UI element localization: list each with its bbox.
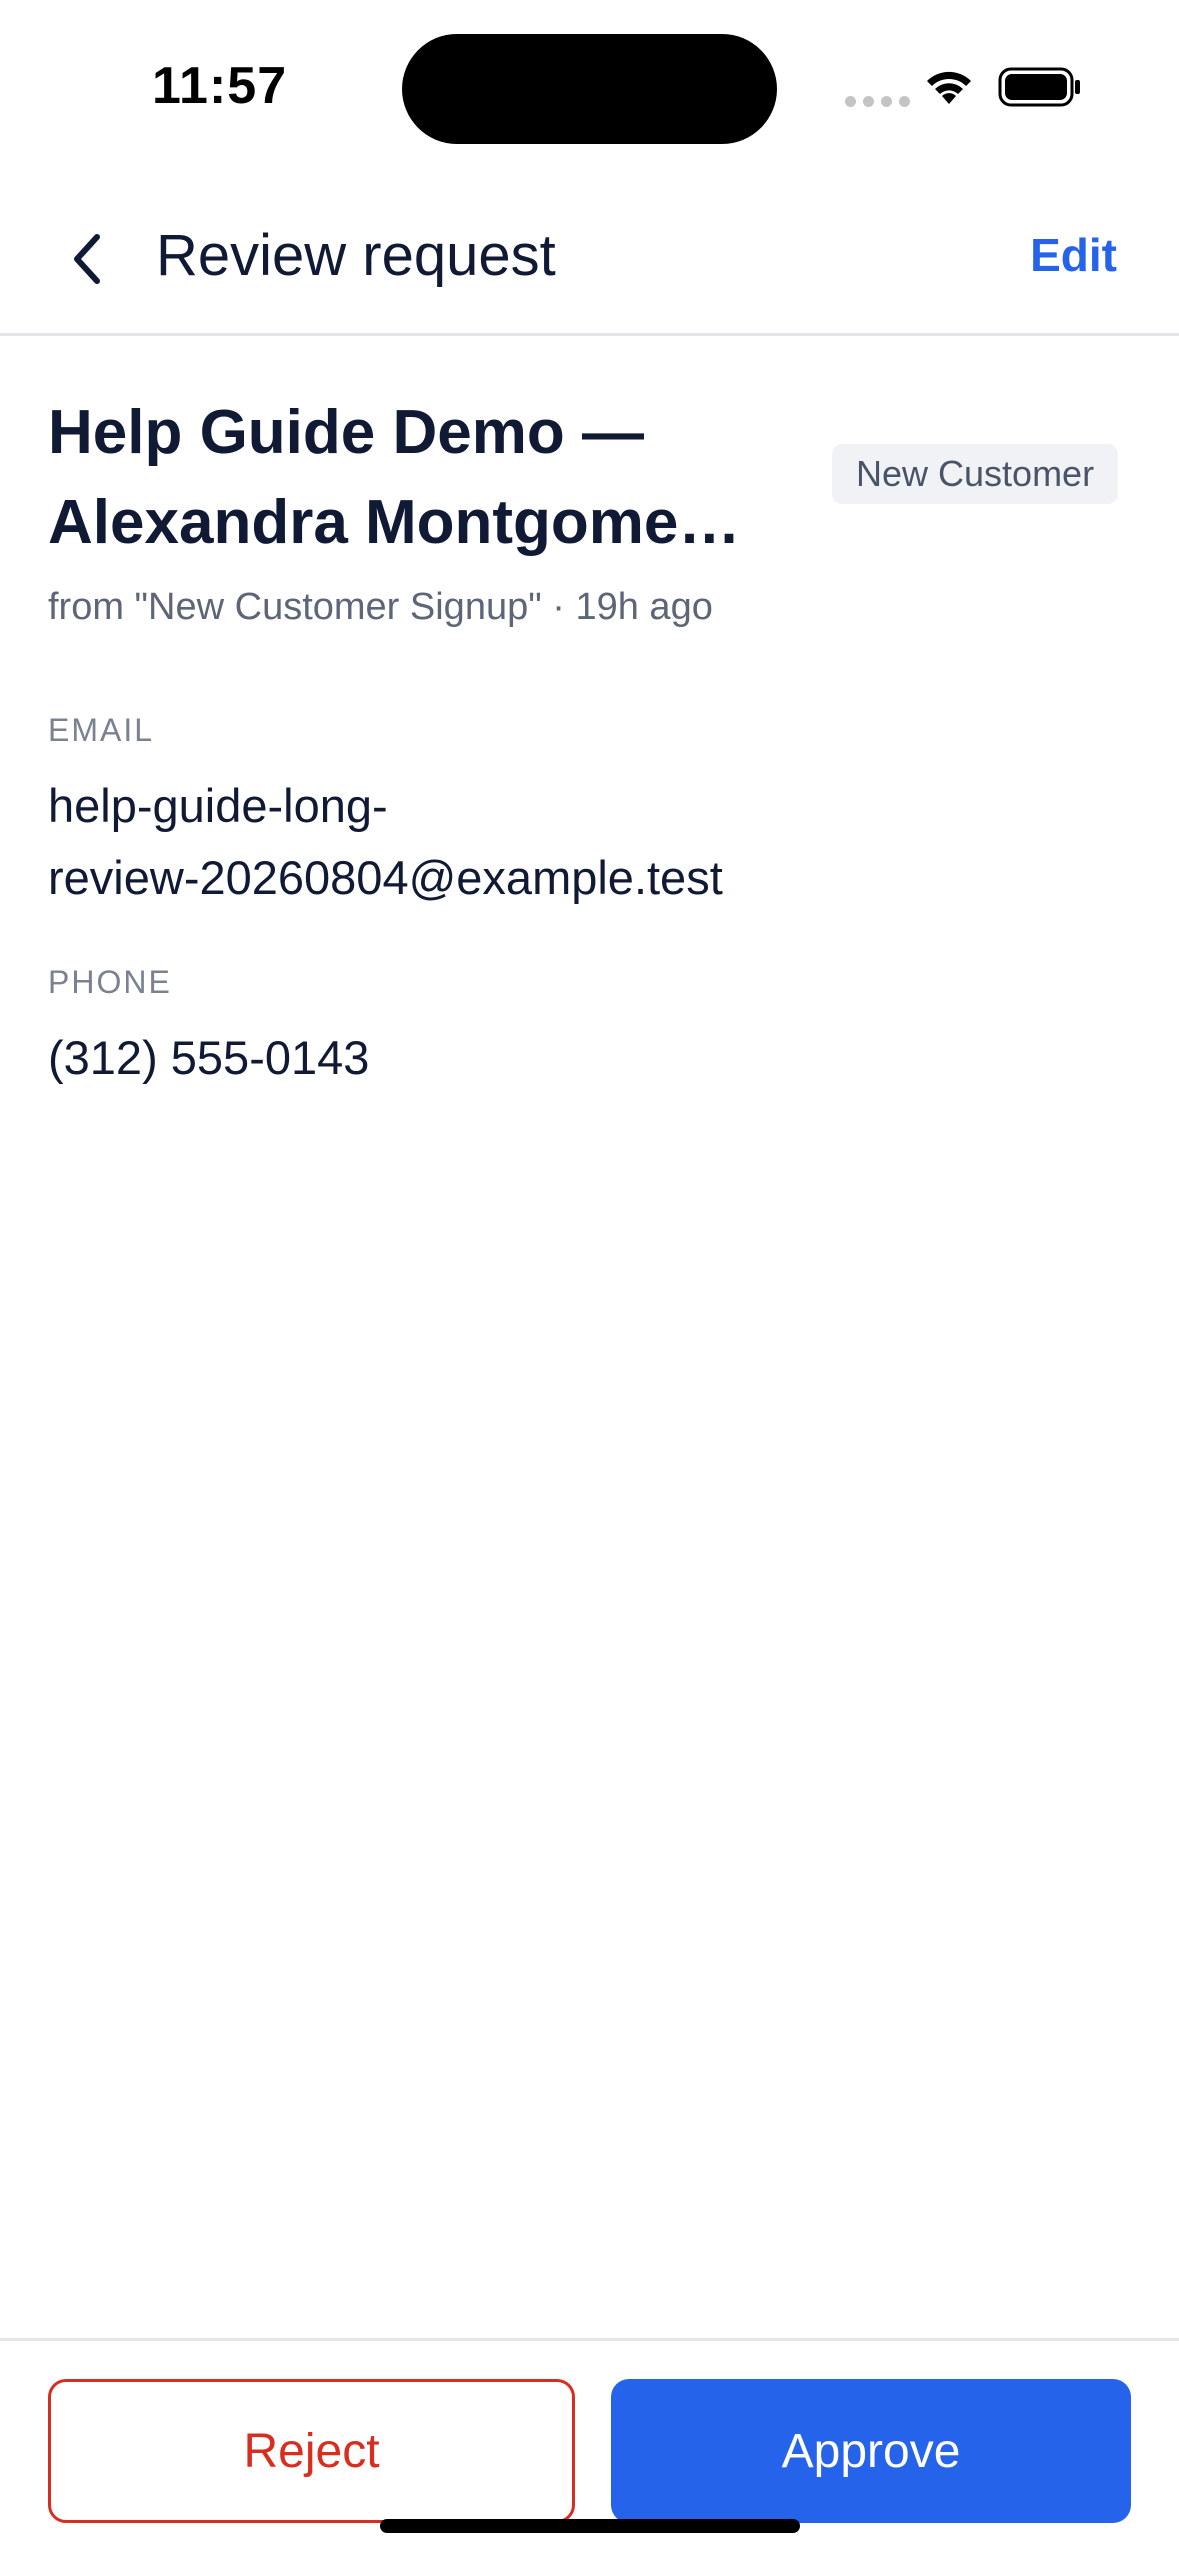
reject-button[interactable]: Reject bbox=[48, 2379, 575, 2523]
email-value-line: review-20260804@example.test bbox=[48, 851, 723, 904]
request-title: Help Guide Demo — Alexandra Montgome… bbox=[48, 388, 808, 568]
approve-button[interactable]: Approve bbox=[611, 2379, 1131, 2523]
dynamic-island bbox=[402, 34, 777, 144]
screen: 11:57 Review request Edit Help Guide Dem… bbox=[0, 0, 1179, 2556]
status-bar: 11:57 bbox=[0, 0, 1179, 180]
battery-icon bbox=[998, 67, 1080, 107]
email-label: EMAIL bbox=[48, 712, 155, 748]
email-value: help-guide-long- review-20260804@example… bbox=[48, 770, 1128, 914]
request-title-line: Alexandra Montgome… bbox=[48, 488, 741, 557]
request-title-line: Help Guide Demo — bbox=[48, 398, 644, 467]
request-meta: from "New Customer Signup" · 19h ago bbox=[48, 586, 713, 628]
wifi-icon bbox=[927, 71, 971, 104]
phone-value: (312) 555-0143 bbox=[48, 1031, 370, 1084]
phone-label: PHONE bbox=[48, 964, 172, 1000]
home-indicator bbox=[380, 2519, 800, 2533]
cellular-signal-icon bbox=[845, 96, 910, 107]
edit-button[interactable]: Edit bbox=[1030, 228, 1117, 282]
customer-tag-badge: New Customer bbox=[832, 444, 1119, 504]
chevron-left-icon bbox=[74, 234, 100, 284]
back-button[interactable] bbox=[52, 224, 122, 294]
page-title: Review request bbox=[156, 223, 556, 288]
navigation-bar: Review request Edit bbox=[0, 180, 1179, 336]
email-value-line: help-guide-long- bbox=[48, 779, 388, 832]
status-time: 11:57 bbox=[152, 57, 288, 115]
